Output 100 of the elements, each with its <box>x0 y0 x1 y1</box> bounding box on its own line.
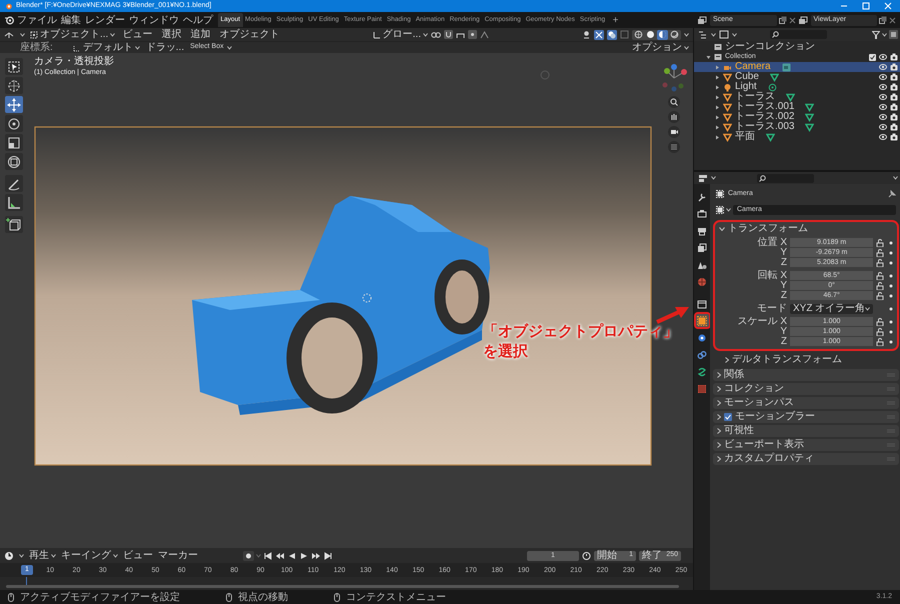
filter-icon[interactable] <box>872 30 880 38</box>
menu-item[interactable]: ファイル <box>16 12 58 28</box>
keyframe-dot-icon[interactable] <box>889 294 894 298</box>
outliner-row[interactable]: トーラス.002 <box>694 112 900 122</box>
lock-icon[interactable] <box>876 328 884 336</box>
lock-icon[interactable] <box>876 239 884 247</box>
collapsed-arrow-icon[interactable] <box>715 114 720 120</box>
keyframe-dot-icon[interactable] <box>889 241 894 245</box>
proportional-icon[interactable] <box>468 30 477 39</box>
tool-button[interactable] <box>5 216 23 233</box>
copy-icon[interactable] <box>778 16 786 24</box>
outliner-row[interactable]: Light <box>694 82 900 92</box>
outliner-row[interactable]: Cube <box>694 72 900 82</box>
camera-icon[interactable] <box>668 126 680 138</box>
menu-item[interactable]: 編集 <box>60 12 82 28</box>
options-dropdown[interactable]: オプション <box>632 40 689 55</box>
maximize-icon[interactable] <box>862 2 870 10</box>
keyframe-dot-icon[interactable] <box>889 261 894 265</box>
collapsed-arrow-icon[interactable] <box>715 74 720 80</box>
pin-icon[interactable] <box>888 190 896 198</box>
menu-item[interactable]: 選択 <box>159 27 184 42</box>
close-icon[interactable] <box>788 16 796 24</box>
panel-header[interactable]: トランスフォーム <box>715 222 898 235</box>
shading-button[interactable] <box>657 30 668 40</box>
falloff-curve-icon[interactable] <box>480 30 489 38</box>
overlay-toggle-icon[interactable] <box>607 30 617 40</box>
outliner-row[interactable]: 平面 <box>694 132 900 142</box>
camera-icon[interactable] <box>890 93 898 101</box>
coordinate-dropdown[interactable]: デフォルト <box>72 40 140 55</box>
menu-item[interactable]: ウィンドウ <box>128 12 180 28</box>
lock-icon[interactable] <box>876 292 884 300</box>
lock-icon[interactable] <box>876 249 884 257</box>
object-square-icon[interactable] <box>716 206 724 214</box>
camera-icon[interactable] <box>890 103 898 111</box>
camera-icon[interactable] <box>890 73 898 81</box>
camera-icon[interactable] <box>890 113 898 121</box>
editor-type-icon[interactable] <box>4 30 15 39</box>
panel-header[interactable]: コレクション <box>713 383 900 395</box>
previous-key-icon[interactable] <box>275 550 285 560</box>
collapsed-arrow-icon[interactable] <box>715 64 720 70</box>
keyframe-dot-icon[interactable] <box>889 251 894 255</box>
tool-button[interactable] <box>5 153 23 170</box>
blender-logo-icon[interactable] <box>4 15 14 25</box>
keyframe-dot-icon[interactable] <box>889 330 894 334</box>
keyframe-dot-icon[interactable] <box>889 274 894 278</box>
collapsed-arrow-icon[interactable] <box>715 104 720 110</box>
grid-icon[interactable] <box>668 141 680 153</box>
collapsed-arrow-icon[interactable] <box>715 84 720 90</box>
tool-button[interactable] <box>5 194 23 211</box>
filter-mode-icon[interactable] <box>719 30 729 39</box>
xray-icon[interactable] <box>620 30 629 39</box>
panel-header[interactable]: カスタムプロパティ <box>713 453 900 465</box>
magnet-icon[interactable] <box>444 30 453 39</box>
collapsed-arrow-icon[interactable] <box>715 134 720 140</box>
eye-icon[interactable] <box>879 53 888 61</box>
menu-item[interactable]: マーカー <box>158 548 198 563</box>
outliner-row[interactable]: Camera <box>694 62 900 72</box>
collapsed-arrow-icon[interactable] <box>715 94 720 100</box>
subpanel-header[interactable]: デルタトランスフォーム <box>713 353 900 367</box>
tool-button[interactable] <box>5 58 23 75</box>
camera-icon[interactable] <box>890 133 898 141</box>
lock-icon[interactable] <box>876 318 884 326</box>
record-icon[interactable] <box>243 550 254 560</box>
properties-tab[interactable] <box>696 241 708 254</box>
keyframe-dot-icon[interactable] <box>889 307 894 311</box>
shading-button[interactable] <box>645 30 656 40</box>
panel-header[interactable]: モーションブラー <box>713 411 900 423</box>
search-field[interactable] <box>770 30 827 39</box>
camera-icon[interactable] <box>890 123 898 131</box>
visibility-icon[interactable] <box>582 30 591 39</box>
eye-icon[interactable] <box>879 113 888 121</box>
lock-icon[interactable] <box>876 272 884 280</box>
zoom-icon[interactable] <box>668 96 680 108</box>
jump-end-icon[interactable] <box>323 550 333 560</box>
menu-item[interactable]: ヘルプ <box>182 12 214 28</box>
menu-item[interactable]: オブジェクト <box>217 27 282 42</box>
jump-start-icon[interactable] <box>263 550 273 560</box>
tool-button[interactable] <box>5 175 23 192</box>
clock-icon[interactable] <box>4 550 14 560</box>
tool-button[interactable] <box>5 115 23 132</box>
next-key-icon[interactable] <box>311 550 321 560</box>
menu-item[interactable]: レンダー <box>84 12 126 28</box>
keyframe-dot-icon[interactable] <box>889 340 894 344</box>
properties-tab[interactable] <box>696 207 708 220</box>
orientation-dropdown[interactable]: グロー... <box>372 27 428 42</box>
menu-item[interactable]: 追加 <box>188 27 212 42</box>
panel-header[interactable]: モーションパス <box>713 397 900 409</box>
keyframe-dot-icon[interactable] <box>889 284 894 288</box>
link-icon[interactable] <box>431 30 441 38</box>
play-icon[interactable] <box>299 550 309 560</box>
mode-dropdown[interactable]: XYZ オイラー角 <box>790 304 874 314</box>
camera-icon[interactable] <box>890 83 898 91</box>
tool-button[interactable] <box>5 77 23 94</box>
scrollbar[interactable] <box>6 585 679 588</box>
checkbox-icon[interactable] <box>869 54 876 60</box>
close-icon[interactable] <box>889 16 896 24</box>
expanded-arrow-icon[interactable] <box>706 54 711 60</box>
camera-icon[interactable] <box>890 63 898 71</box>
tool-button[interactable] <box>5 134 23 151</box>
panel-header[interactable]: ビューポート表示 <box>713 439 900 451</box>
